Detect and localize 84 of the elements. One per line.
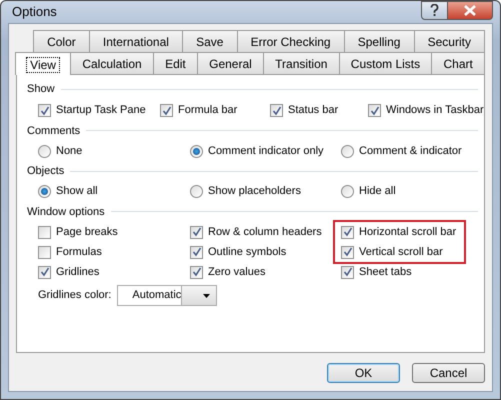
group-heading: Objects xyxy=(27,164,64,179)
checkbox-option[interactable]: Sheet tabs xyxy=(341,262,478,282)
option-label: Row & column headers xyxy=(208,224,322,240)
help-icon xyxy=(430,4,439,17)
dropdown-arrow-icon xyxy=(202,294,210,298)
tab[interactable]: Edit xyxy=(152,52,198,75)
radio-option[interactable]: Show placeholders xyxy=(190,182,341,202)
radio-button[interactable] xyxy=(190,144,203,158)
checkbox-option[interactable]: Windows in Taskbar xyxy=(368,100,484,120)
checkbox[interactable] xyxy=(38,266,51,278)
checkbox[interactable] xyxy=(190,266,203,278)
checkbox[interactable] xyxy=(270,104,283,117)
close-icon xyxy=(464,5,476,16)
checkbox[interactable] xyxy=(160,104,173,117)
checkbox-option[interactable]: Outline symbols xyxy=(190,242,341,262)
checkbox[interactable] xyxy=(341,226,354,238)
option-label: Windows in Taskbar xyxy=(386,103,484,118)
tab[interactable]: Custom Lists xyxy=(338,52,432,75)
option-label: Hide all xyxy=(359,184,396,200)
option-label: Show all xyxy=(56,184,98,200)
checkbox[interactable] xyxy=(38,104,51,117)
option-label: Sheet tabs xyxy=(359,264,412,280)
option-label: Show placeholders xyxy=(208,184,301,200)
tab[interactable]: Error Checking xyxy=(236,30,345,52)
close-button[interactable] xyxy=(448,1,493,20)
window-title: Options xyxy=(11,3,57,22)
option-label: Comment indicator only xyxy=(208,144,324,159)
checkbox[interactable] xyxy=(341,246,354,258)
option-label: Startup Task Pane xyxy=(56,103,146,118)
checkbox[interactable] xyxy=(190,246,203,258)
tab[interactable]: View xyxy=(15,52,72,75)
option-label: Formulas xyxy=(56,244,102,260)
option-label: Page breaks xyxy=(56,224,118,240)
checkbox-option[interactable]: Horizontal scroll bar xyxy=(341,222,456,242)
radio-button[interactable] xyxy=(38,185,51,198)
checkbox-option[interactable]: Status bar xyxy=(270,100,368,120)
radio-button[interactable] xyxy=(190,185,203,198)
checkbox[interactable] xyxy=(368,104,381,117)
tab[interactable]: Security xyxy=(414,30,486,52)
group-heading: Comments xyxy=(27,124,80,138)
radio-option[interactable]: None xyxy=(38,141,190,161)
checkbox-option[interactable]: Gridlines xyxy=(38,262,190,282)
tab[interactable]: General xyxy=(196,52,264,75)
checkbox[interactable] xyxy=(38,246,51,258)
color-dropdown[interactable]: Automatic xyxy=(117,285,218,306)
group-heading: Show xyxy=(27,82,55,97)
option-label: Outline symbols xyxy=(208,244,286,260)
radio-option[interactable]: Hide all xyxy=(341,182,478,202)
ok-button[interactable]: OK xyxy=(327,363,400,383)
checkbox-option[interactable]: Zero values xyxy=(190,262,341,282)
option-label: Zero values xyxy=(208,264,266,280)
checkbox[interactable] xyxy=(341,266,354,278)
field-label: Gridlines color: xyxy=(38,288,112,304)
tab[interactable]: Color xyxy=(33,30,90,52)
radio-button[interactable] xyxy=(341,185,354,198)
option-label: Horizontal scroll bar xyxy=(359,224,456,240)
option-label: Vertical scroll bar xyxy=(359,244,443,260)
tab[interactable]: Transition xyxy=(263,52,340,75)
checkbox-option[interactable]: Startup Task Pane xyxy=(38,100,160,120)
tab[interactable]: Spelling xyxy=(344,30,415,52)
radio-option[interactable]: Comment & indicator xyxy=(341,141,478,161)
checkbox-option[interactable]: Formula bar xyxy=(160,100,270,120)
option-label: Status bar xyxy=(288,103,338,118)
tab[interactable]: Save xyxy=(182,30,238,52)
option-label: Formula bar xyxy=(178,103,238,118)
cancel-button[interactable]: Cancel xyxy=(412,363,485,383)
option-label: Comment & indicator xyxy=(359,144,462,159)
option-label: Gridlines xyxy=(56,264,100,280)
checkbox-option[interactable]: Formulas xyxy=(38,242,190,262)
radio-option[interactable]: Show all xyxy=(38,182,190,202)
checkbox-option[interactable]: Vertical scroll bar xyxy=(341,242,456,262)
tab[interactable]: Chart xyxy=(431,52,486,75)
radio-button[interactable] xyxy=(341,144,354,158)
checkbox[interactable] xyxy=(38,226,51,238)
option-label: None xyxy=(56,144,82,159)
help-button[interactable] xyxy=(421,1,448,20)
tab[interactable]: International xyxy=(88,30,184,52)
checkbox-option[interactable]: Row & column headers xyxy=(190,222,341,242)
checkbox[interactable] xyxy=(190,226,203,238)
radio-button[interactable] xyxy=(38,144,51,158)
radio-option[interactable]: Comment indicator only xyxy=(190,141,341,161)
tab[interactable]: Calculation xyxy=(70,52,154,75)
group-heading: Window options xyxy=(27,204,105,220)
checkbox-option[interactable]: Page breaks xyxy=(38,222,190,242)
